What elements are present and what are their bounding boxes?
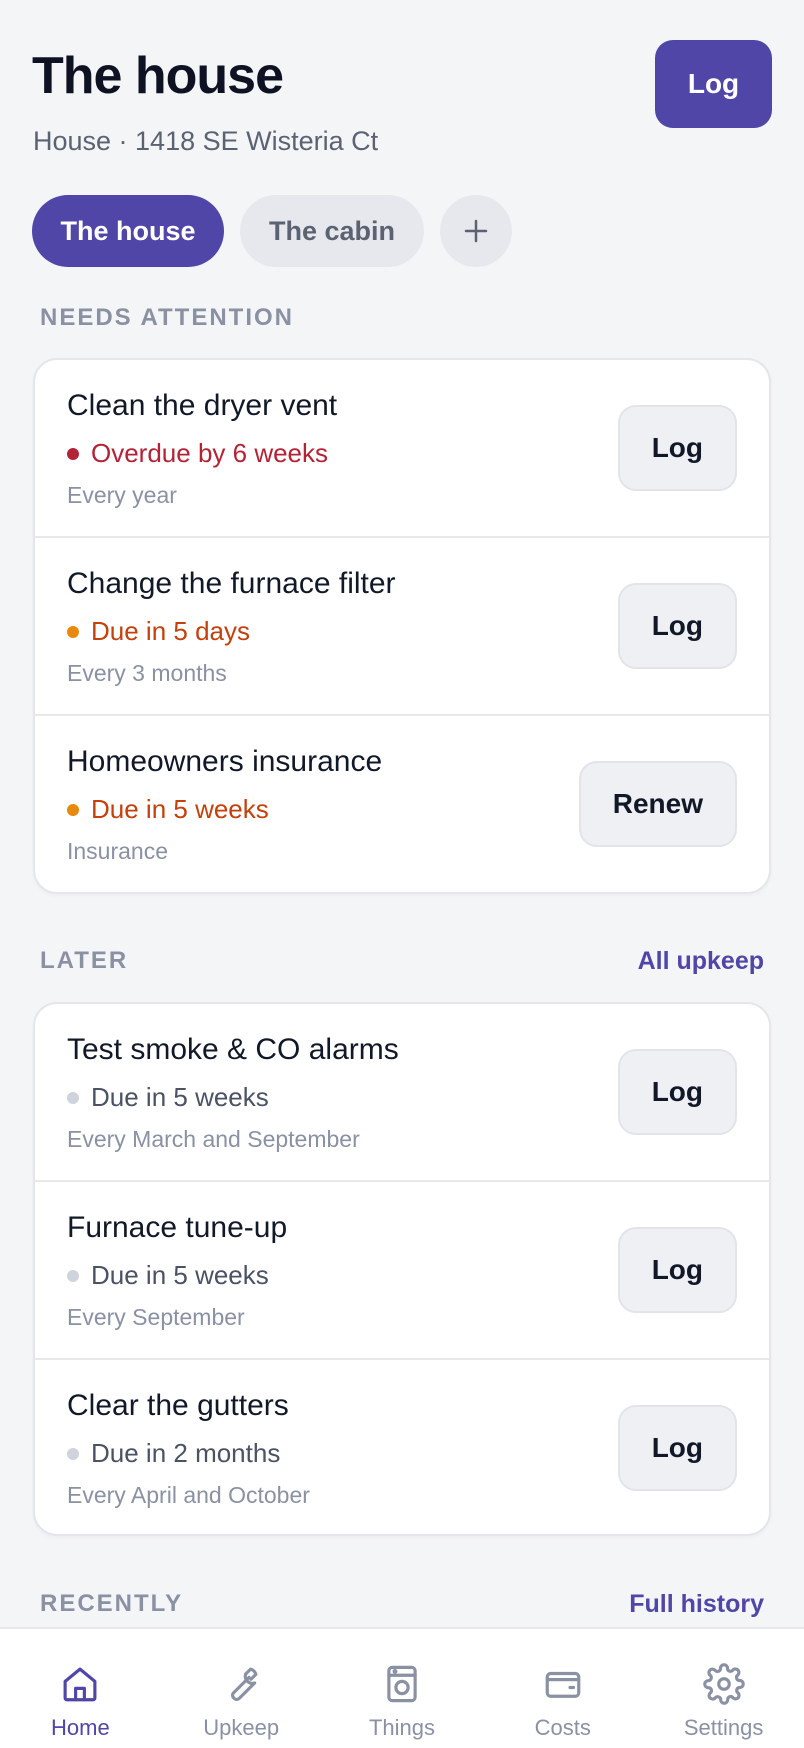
task-frequency: Every September bbox=[67, 1304, 245, 1330]
status-dot-icon bbox=[67, 1269, 79, 1282]
status-text: Due in 5 weeks bbox=[91, 1082, 269, 1112]
task-status: Due in 5 days bbox=[67, 616, 250, 647]
status-text: Overdue by 6 weeks bbox=[91, 438, 329, 468]
upkeep-row[interactable]: Clear the gutters Due in 2 months Every … bbox=[35, 1360, 769, 1534]
wallet-icon bbox=[545, 1671, 581, 1698]
nav-item-upkeep[interactable]: Upkeep bbox=[166, 1629, 316, 1741]
nav-label: Settings bbox=[683, 1715, 764, 1740]
add-property-button[interactable] bbox=[440, 195, 512, 267]
task-status: Due in 2 months bbox=[67, 1438, 280, 1469]
washer-icon bbox=[387, 1665, 417, 1703]
home-screen: The house House · 1418 SE Wisteria Ct Lo… bbox=[0, 0, 804, 1748]
task-title: Furnace tune-up bbox=[67, 1211, 288, 1244]
nav-item-things[interactable]: Things bbox=[327, 1629, 477, 1741]
status-dot-icon bbox=[67, 1447, 79, 1460]
section-heading-recently: RECENTLY bbox=[40, 1590, 184, 1617]
log-task-button[interactable]: Log bbox=[617, 1049, 737, 1135]
section-heading-needs-attention: NEEDS ATTENTION bbox=[40, 304, 295, 331]
task-status: Overdue by 6 weeks bbox=[67, 438, 328, 469]
task-title: Test smoke & CO alarms bbox=[67, 1033, 399, 1066]
task-frequency: Every year bbox=[67, 482, 177, 508]
gear-icon bbox=[702, 1663, 745, 1705]
task-frequency: Every March and September bbox=[67, 1126, 360, 1152]
upkeep-row[interactable]: Test smoke & CO alarms Due in 5 weeks Ev… bbox=[35, 1004, 769, 1182]
task-status: Due in 5 weeks bbox=[67, 794, 269, 825]
status-text: Due in 5 weeks bbox=[91, 1260, 269, 1290]
task-frequency: Every 3 months bbox=[67, 660, 227, 686]
status-dot-icon bbox=[67, 1091, 79, 1104]
task-status: Due in 5 weeks bbox=[67, 1260, 269, 1291]
status-dot-icon bbox=[67, 803, 79, 816]
log-task-button[interactable]: Log bbox=[617, 583, 737, 669]
log-task-button[interactable]: Log bbox=[617, 405, 737, 491]
status-text: Due in 5 days bbox=[91, 616, 250, 646]
later-card: Test smoke & CO alarms Due in 5 weeks Ev… bbox=[33, 1002, 771, 1536]
nav-item-settings[interactable]: Settings bbox=[649, 1629, 799, 1741]
property-address: House · 1418 SE Wisteria Ct bbox=[33, 126, 379, 156]
full-history-link[interactable]: Full history bbox=[629, 1590, 764, 1619]
all-upkeep-link[interactable]: All upkeep bbox=[638, 947, 764, 976]
nav-label: Home bbox=[51, 1715, 110, 1740]
upkeep-row[interactable]: Homeowners insurance Due in 5 weeks Insu… bbox=[35, 716, 769, 892]
nav-item-home[interactable]: Home bbox=[5, 1629, 155, 1741]
status-dot-icon bbox=[67, 625, 79, 638]
status-text: Due in 5 weeks bbox=[91, 794, 269, 824]
task-title: Clean the dryer vent bbox=[67, 389, 338, 422]
property-chip-the-cabin[interactable]: The cabin bbox=[240, 195, 424, 267]
task-title: Change the furnace filter bbox=[67, 567, 396, 600]
task-frequency: Every April and October bbox=[67, 1482, 310, 1508]
upkeep-row[interactable]: Furnace tune-up Due in 5 weeks Every Sep… bbox=[35, 1182, 769, 1360]
section-heading-later: LATER bbox=[40, 947, 129, 974]
nav-label: Upkeep bbox=[203, 1715, 280, 1740]
upkeep-row[interactable]: Change the furnace filter Due in 5 days … bbox=[35, 538, 769, 716]
property-switcher: The house The cabin bbox=[32, 195, 512, 267]
status-text: Due in 2 months bbox=[91, 1438, 281, 1468]
nav-label: Things bbox=[368, 1715, 435, 1740]
upkeep-row[interactable]: Clean the dryer vent Overdue by 6 weeks … bbox=[35, 360, 769, 538]
log-task-button[interactable]: Log bbox=[617, 1227, 737, 1313]
status-dot-icon bbox=[67, 447, 79, 460]
needs-attention-card: Clean the dryer vent Overdue by 6 weeks … bbox=[33, 358, 771, 894]
log-task-button[interactable]: Log bbox=[617, 1405, 737, 1491]
task-frequency: Insurance bbox=[67, 838, 169, 864]
plus-icon bbox=[464, 219, 488, 243]
wrench-icon bbox=[231, 1667, 258, 1701]
property-chip-the-house[interactable]: The house bbox=[32, 195, 224, 267]
nav-label: Costs bbox=[534, 1715, 591, 1740]
log-button[interactable]: Log bbox=[655, 40, 772, 128]
task-status: Due in 5 weeks bbox=[67, 1082, 269, 1113]
task-title: Clear the gutters bbox=[67, 1389, 289, 1422]
home-icon bbox=[63, 1667, 97, 1702]
renew-button[interactable]: Renew bbox=[578, 761, 737, 847]
nav-item-costs[interactable]: Costs bbox=[488, 1629, 638, 1741]
task-title: Homeowners insurance bbox=[67, 745, 383, 778]
page-title: The house bbox=[32, 47, 284, 105]
bottom-nav: Home Upkeep Things Costs Settings bbox=[0, 1627, 804, 1748]
